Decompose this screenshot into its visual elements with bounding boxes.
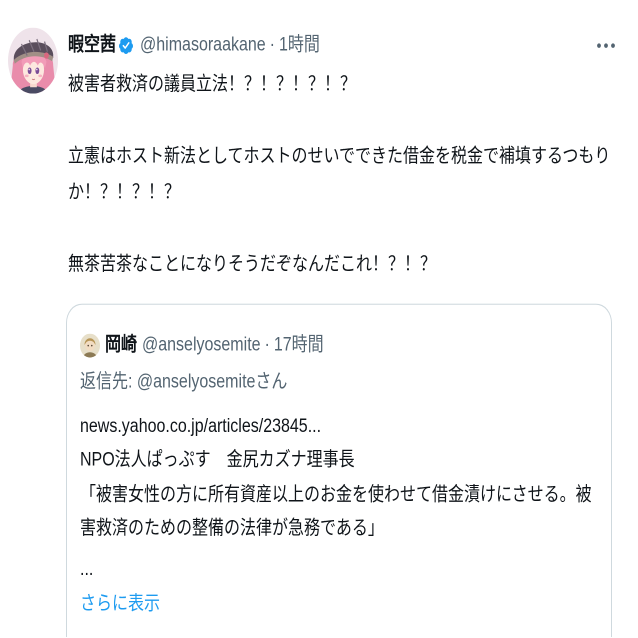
quoted-text-ellipsis: ... [80, 558, 94, 579]
author-avatar-image [8, 27, 58, 94]
quoted-author-avatar [80, 333, 100, 357]
quoted-separator-dot: · [264, 334, 270, 355]
quoted-author-name: 岡崎 [105, 334, 138, 355]
more-options-button[interactable] [594, 33, 618, 57]
tweet-text: 被害者救済の議員立法！？！？！？！？ 立憲はホスト新法としてホストのせいでできた… [68, 74, 611, 275]
show-more-link[interactable]: さらに表示 [80, 593, 160, 617]
quoted-tweet-card[interactable]: 岡崎 @anselyosemite · 17時間 返信先: @anselyose… [66, 303, 612, 638]
more-icon [597, 42, 615, 48]
quoted-tweet-header: 岡崎 @anselyosemite · 17時間 [80, 333, 324, 357]
quoted-tweet-time: 17時間 [273, 334, 324, 355]
tweet[interactable]: 暇空茜 @himasoraakane · 1時間 被害者救済の議員立法！？！？！… [0, 0, 638, 638]
separator-dot: · [269, 34, 275, 55]
tweet-time[interactable]: 1時間 [279, 33, 320, 57]
author-name[interactable]: 暇空茜 [68, 33, 116, 57]
author-avatar[interactable] [8, 27, 58, 94]
verified-badge-icon [119, 36, 134, 54]
quoted-tweet-text: news.yahoo.co.jp/articles/23845... NPO法人… [80, 415, 592, 539]
tweet-header: 暇空茜 @himasoraakane · 1時間 [68, 33, 320, 57]
quoted-reply-to: 返信先: @anselyosemiteさん [80, 372, 288, 393]
quoted-author-handle: @anselyosemite [142, 334, 261, 355]
author-handle[interactable]: @himasoraakane [140, 33, 266, 57]
